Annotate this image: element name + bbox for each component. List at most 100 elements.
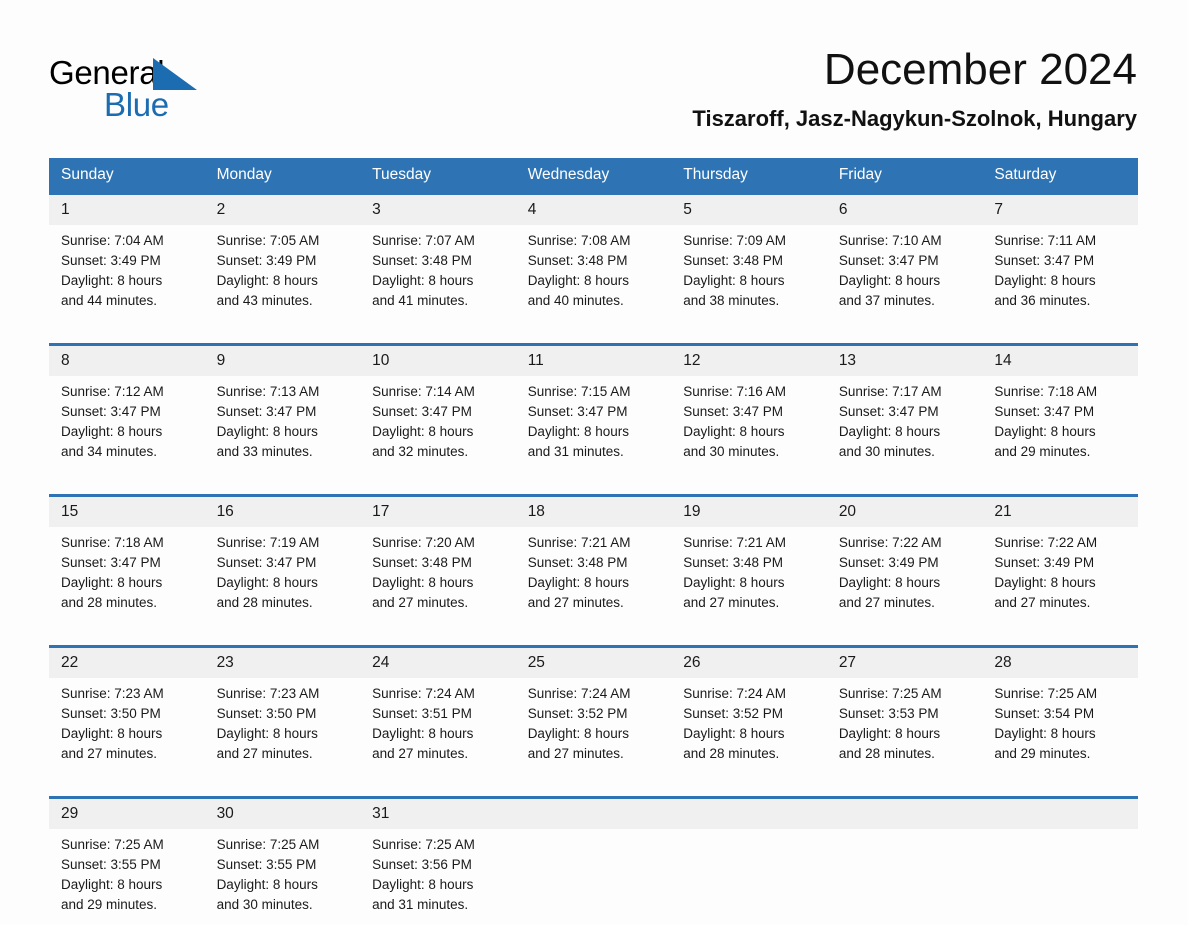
day-daylight-line2-text: and 29 minutes. xyxy=(61,897,158,912)
day-sunrise-text: Sunrise: 7:23 AM xyxy=(61,686,164,701)
day-sunset-text: Sunset: 3:47 PM xyxy=(216,555,317,570)
day-number[interactable]: 28 xyxy=(982,648,1138,678)
day-daylight-line1-text: Daylight: 8 hours xyxy=(683,424,785,439)
day-daylight-line1-text: Daylight: 8 hours xyxy=(994,273,1096,288)
day-daylight-line2-text: and 29 minutes. xyxy=(994,746,1091,761)
day-sunrise-text: Sunrise: 7:17 AM xyxy=(838,384,942,399)
day-number[interactable]: 4 xyxy=(515,195,672,225)
week-gap-cell xyxy=(49,321,1138,343)
day-sunset-text: Sunset: 3:47 PM xyxy=(838,253,939,268)
day-sunrise-text: Sunrise: 7:05 AM xyxy=(216,233,320,248)
day-daylight-line1-text: Daylight: 8 hours xyxy=(216,575,318,590)
week-detail-row: Sunrise: 7:18 AM Sunset: 3:47 PM Daylight:… xyxy=(49,527,1138,623)
day-number[interactable]: 3 xyxy=(360,195,516,225)
day-daylight-line2-text: and 28 minutes. xyxy=(61,595,158,610)
week-gap xyxy=(49,321,1138,343)
day-sunrise-text: Sunrise: 7:21 AM xyxy=(683,535,787,550)
day-daylight-line2-text: and 28 minutes. xyxy=(838,746,935,761)
day-number[interactable]: 26 xyxy=(671,648,827,678)
day-daylight-line1-text: Daylight: 8 hours xyxy=(372,575,474,590)
day-number[interactable]: 7 xyxy=(982,195,1138,225)
day-sunset-text: Sunset: 3:47 PM xyxy=(838,404,939,419)
day-number[interactable]: 9 xyxy=(204,346,361,376)
day-daylight-line2-text: and 30 minutes. xyxy=(216,897,313,912)
day-number[interactable]: 6 xyxy=(826,195,983,225)
page-header: General Blue December 2024 Tiszaroff, Ja… xyxy=(49,44,1137,152)
day-daylight-line2-text: and 37 minutes. xyxy=(838,293,935,308)
logo-text-blue: Blue xyxy=(104,86,169,123)
week-detail-row: Sunrise: 7:12 AM Sunset: 3:47 PM Daylight:… xyxy=(49,376,1138,472)
day-daylight-line1-text: Daylight: 8 hours xyxy=(216,424,318,439)
day-detail: Sunrise: 7:04 AM Sunset: 3:49 PM Daylight:… xyxy=(49,225,205,321)
day-number[interactable]: 19 xyxy=(671,497,827,527)
day-number[interactable]: 22 xyxy=(49,648,205,678)
day-number[interactable]: 15 xyxy=(49,497,205,527)
day-detail: Sunrise: 7:12 AM Sunset: 3:47 PM Daylight:… xyxy=(49,376,205,472)
day-sunset-text: Sunset: 3:48 PM xyxy=(527,555,628,570)
day-daylight-line2-text: and 31 minutes. xyxy=(372,897,469,912)
day-daylight-line2-text: and 28 minutes. xyxy=(216,595,313,610)
day-daylight-line2-text: and 27 minutes. xyxy=(683,595,780,610)
day-sunset-text: Sunset: 3:49 PM xyxy=(216,253,317,268)
day-daylight-line2-text: and 29 minutes. xyxy=(994,444,1091,459)
day-daylight-line1-text: Daylight: 8 hours xyxy=(372,877,474,892)
day-sunrise-text: Sunrise: 7:10 AM xyxy=(838,233,942,248)
day-number[interactable]: 23 xyxy=(204,648,361,678)
day-detail: Sunrise: 7:18 AM Sunset: 3:47 PM Daylight:… xyxy=(49,527,205,623)
day-number[interactable]: 2 xyxy=(204,195,361,225)
day-daylight-line1-text: Daylight: 8 hours xyxy=(838,575,941,590)
day-number[interactable]: 1 xyxy=(49,195,205,225)
day-sunset-text: Sunset: 3:56 PM xyxy=(372,857,472,872)
day-number[interactable]: 30 xyxy=(204,799,361,829)
day-daylight-line1-text: Daylight: 8 hours xyxy=(527,424,629,439)
title-block: December 2024 Tiszaroff, Jasz-Nagykun-Sz… xyxy=(692,44,1137,134)
day-daylight-line1-text: Daylight: 8 hours xyxy=(372,273,474,288)
day-daylight-line2-text: and 27 minutes. xyxy=(61,746,158,761)
day-sunset-text: Sunset: 3:54 PM xyxy=(994,706,1095,721)
day-daylight-line2-text: and 27 minutes. xyxy=(527,746,624,761)
day-daylight-line1-text: Daylight: 8 hours xyxy=(527,575,629,590)
day-number[interactable]: 16 xyxy=(204,497,361,527)
calendar-body: 1 2 3 4 5 6 7 Sunrise: 7:04 AM Sunset: 3:49 PM Da… xyxy=(49,192,1138,925)
day-detail: Sunrise: 7:25 AM Sunset: 3:56 PM Daylight:… xyxy=(360,829,516,925)
day-daylight-line1-text: Daylight: 8 hours xyxy=(838,726,941,741)
day-number[interactable]: 29 xyxy=(49,799,205,829)
day-detail: Sunrise: 7:16 AM Sunset: 3:47 PM Daylight:… xyxy=(671,376,827,472)
week-daynumber-row: 1234567 xyxy=(49,195,1138,225)
day-detail-empty xyxy=(515,829,672,925)
day-sunset-text: Sunset: 3:48 PM xyxy=(372,253,472,268)
day-sunset-text: Sunset: 3:50 PM xyxy=(216,706,317,721)
day-sunset-text: Sunset: 3:49 PM xyxy=(994,555,1095,570)
day-daylight-line1-text: Daylight: 8 hours xyxy=(994,726,1096,741)
day-number[interactable]: 12 xyxy=(671,346,827,376)
day-number[interactable]: 21 xyxy=(982,497,1138,527)
generalblue-logo[interactable]: General Blue xyxy=(49,54,249,134)
day-number-empty xyxy=(671,799,827,829)
day-number[interactable]: 25 xyxy=(515,648,672,678)
day-daylight-line2-text: and 36 minutes. xyxy=(994,293,1091,308)
weekday-header-tuesday: Tuesday xyxy=(360,158,516,192)
day-detail: Sunrise: 7:22 AM Sunset: 3:49 PM Daylight:… xyxy=(982,527,1138,623)
day-number[interactable]: 31 xyxy=(360,799,516,829)
week-daynumber-row: 15 16 17 18 19 20 21 xyxy=(49,497,1138,527)
week-gap-cell xyxy=(49,623,1138,645)
day-number[interactable]: 27 xyxy=(826,648,983,678)
day-number-empty xyxy=(982,799,1138,829)
day-detail: Sunrise: 7:17 AM Sunset: 3:47 PM Daylight:… xyxy=(826,376,983,472)
day-detail: Sunrise: 7:23 AM Sunset: 3:50 PM Daylight:… xyxy=(204,678,361,774)
day-number[interactable]: 20 xyxy=(826,497,983,527)
day-sunset-text: Sunset: 3:47 PM xyxy=(61,555,161,570)
day-number[interactable]: 8 xyxy=(49,346,205,376)
day-detail: Sunrise: 7:22 AM Sunset: 3:49 PM Daylight:… xyxy=(826,527,983,623)
day-daylight-line1-text: Daylight: 8 hours xyxy=(683,575,785,590)
day-number[interactable]: 24 xyxy=(360,648,516,678)
day-number[interactable]: 11 xyxy=(515,346,672,376)
day-number[interactable]: 14 xyxy=(982,346,1138,376)
day-sunrise-text: Sunrise: 7:11 AM xyxy=(994,233,1097,248)
day-number[interactable]: 17 xyxy=(360,497,516,527)
day-number[interactable]: 18 xyxy=(515,497,672,527)
day-number[interactable]: 5 xyxy=(671,195,827,225)
day-number[interactable]: 13 xyxy=(826,346,983,376)
day-number[interactable]: 10 xyxy=(360,346,516,376)
week-detail-row: Sunrise: 7:23 AM Sunset: 3:50 PM Daylight:… xyxy=(49,678,1138,774)
